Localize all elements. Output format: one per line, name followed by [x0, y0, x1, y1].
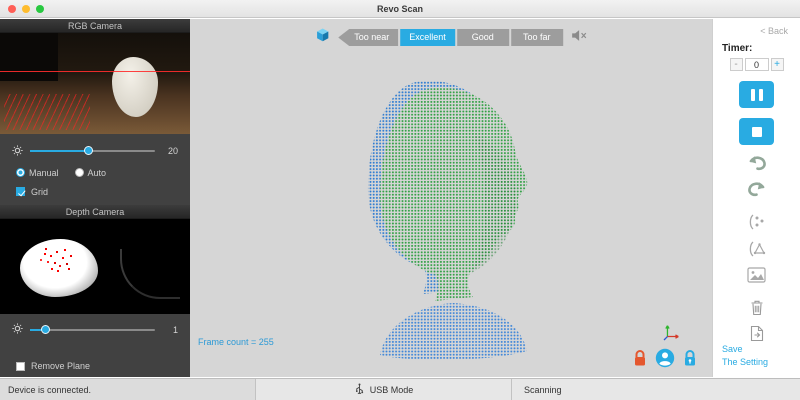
- window-controls: [8, 4, 44, 13]
- rgb-camera-header: RGB Camera: [0, 19, 190, 33]
- remove-plane-checkbox[interactable]: [16, 361, 25, 371]
- rgb-controls: 20 Manual Auto Grid: [0, 134, 190, 205]
- grid-label: Grid: [31, 186, 49, 197]
- grid-checkbox[interactable]: [16, 187, 25, 197]
- status-bar: Device is connected. USB Mode Scanning: [0, 378, 800, 400]
- window-title: Revo Scan: [376, 3, 424, 14]
- save-line2: The Setting: [722, 356, 769, 367]
- cube-icon: [315, 27, 330, 48]
- usb-mode-text: USB Mode: [369, 384, 414, 395]
- rgb-scene-bust: [112, 57, 158, 117]
- close-window-icon[interactable]: [8, 4, 16, 13]
- title-bar: Revo Scan: [0, 0, 800, 18]
- export-button[interactable]: [750, 325, 764, 342]
- timer-stepper: - 0 +: [729, 58, 784, 71]
- stop-button[interactable]: [739, 118, 774, 145]
- timer-decrement-button[interactable]: -: [729, 58, 743, 71]
- frame-count-label: Frame count = 255: [198, 337, 274, 347]
- save-line1: Save: [722, 343, 743, 354]
- depth-camera-header: Depth Camera: [0, 204, 190, 219]
- distance-excellent: Excellent: [400, 29, 455, 46]
- auto-label: Auto: [87, 167, 107, 178]
- timer-label: Timer:: [722, 43, 753, 54]
- depth-brightness-value: 1: [172, 324, 178, 335]
- exposure-auto-radio[interactable]: Auto: [74, 167, 107, 178]
- manual-label: Manual: [29, 167, 59, 178]
- save-setting-link[interactable]: Save The Setting: [722, 343, 768, 369]
- lock-red-icon[interactable]: [632, 348, 648, 373]
- crosshair-line: [0, 71, 190, 72]
- maximize-window-icon[interactable]: [36, 4, 44, 13]
- mesh-button[interactable]: [747, 240, 767, 258]
- device-status: Device is connected.: [0, 379, 256, 400]
- lock-blue-icon[interactable]: [682, 348, 698, 373]
- brightness-icon: [12, 323, 23, 336]
- rgb-camera-preview: [0, 33, 190, 134]
- radio-unselected-icon: [74, 168, 84, 178]
- axis-gizmo-icon: [662, 322, 682, 347]
- minimize-window-icon[interactable]: [22, 4, 30, 13]
- laser-pattern: [4, 93, 90, 130]
- device-status-text: Device is connected.: [8, 384, 92, 395]
- usb-icon: [354, 383, 365, 397]
- stop-icon: [751, 126, 762, 137]
- radio-selected-icon: [16, 168, 25, 178]
- distance-good: Good: [456, 29, 509, 46]
- person-icon[interactable]: [655, 348, 675, 373]
- distance-too-far: Too far: [510, 29, 563, 46]
- distance-segments: Too near Excellent Good Too far: [338, 29, 563, 46]
- rgb-brightness-slider[interactable]: [30, 146, 155, 156]
- depth-brightness-slider[interactable]: [30, 324, 155, 334]
- rgb-scene-monitor: [0, 33, 58, 81]
- mute-icon[interactable]: [571, 29, 587, 47]
- point-cloud-button[interactable]: [747, 213, 767, 231]
- viewport-corner-icons: [632, 348, 698, 373]
- redo-button[interactable]: [746, 180, 768, 197]
- timer-increment-button[interactable]: +: [770, 58, 784, 71]
- depth-scene-cable: [120, 248, 180, 299]
- distance-indicator-bar: Too near Excellent Good Too far: [315, 27, 587, 48]
- point-cloud-head: [367, 80, 528, 360]
- depth-controls: 1 Remove Plane: [0, 314, 190, 377]
- distance-too-near: Too near: [338, 29, 399, 46]
- scan-toolbar: < Back Timer: - 0 + Save The Setting: [712, 19, 800, 377]
- depth-camera-preview: [0, 218, 190, 314]
- exposure-manual-radio[interactable]: Manual: [16, 168, 59, 178]
- camera-sidebar: RGB Camera 20 Manual Auto Grid Depth Cam…: [0, 19, 190, 377]
- pause-icon: [750, 88, 755, 101]
- scanning-status: Scanning: [512, 379, 800, 400]
- texture-button[interactable]: [747, 267, 766, 283]
- brightness-icon: [12, 145, 23, 158]
- scan-viewport[interactable]: Too near Excellent Good Too far Frame co…: [190, 19, 712, 377]
- depth-scene-object: [20, 238, 98, 297]
- rgb-brightness-value: 20: [167, 146, 178, 157]
- pause-button[interactable]: [739, 81, 774, 108]
- scanning-text: Scanning: [524, 384, 562, 395]
- depth-overexposed-speckles: [44, 252, 46, 255]
- back-button[interactable]: < Back: [760, 26, 788, 36]
- remove-plane-label: Remove Plane: [31, 361, 91, 371]
- usb-mode-status: USB Mode: [256, 379, 512, 400]
- delete-button[interactable]: [750, 299, 764, 316]
- undo-button[interactable]: [746, 154, 768, 171]
- depth-brightness-knob[interactable]: [41, 324, 51, 334]
- timer-value: 0: [744, 58, 769, 71]
- rgb-brightness-knob[interactable]: [83, 146, 93, 156]
